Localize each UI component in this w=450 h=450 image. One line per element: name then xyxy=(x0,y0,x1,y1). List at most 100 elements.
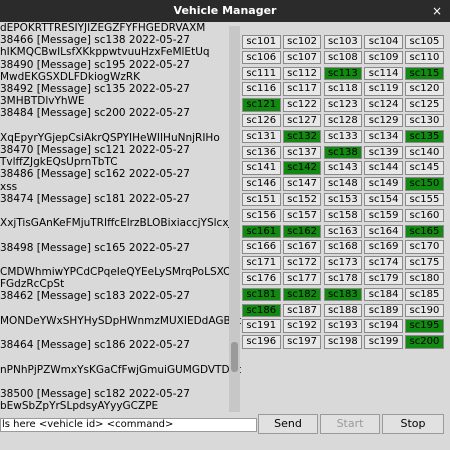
vehicle-cell-sc114[interactable]: sc114 xyxy=(364,66,403,81)
vehicle-cell-sc139[interactable]: sc139 xyxy=(364,145,403,160)
vehicle-cell-sc195[interactable]: sc195 xyxy=(405,319,444,333)
stop-button[interactable]: Stop xyxy=(382,414,444,434)
vehicle-cell-sc171[interactable]: sc171 xyxy=(242,256,281,270)
vehicle-cell-sc190[interactable]: sc190 xyxy=(405,303,444,318)
log-scrollbar-thumb[interactable] xyxy=(231,342,238,372)
vehicle-cell-sc124[interactable]: sc124 xyxy=(364,98,403,112)
vehicle-cell-sc156[interactable]: sc156 xyxy=(242,208,281,223)
vehicle-cell-sc163[interactable]: sc163 xyxy=(323,224,363,239)
vehicle-cell-sc153[interactable]: sc153 xyxy=(323,192,363,207)
vehicle-cell-sc111[interactable]: sc111 xyxy=(242,66,281,81)
vehicle-cell-sc115[interactable]: sc115 xyxy=(405,66,444,81)
vehicle-cell-sc193[interactable]: sc193 xyxy=(323,319,363,333)
vehicle-cell-sc164[interactable]: sc164 xyxy=(364,224,403,239)
vehicle-cell-sc199[interactable]: sc199 xyxy=(364,335,403,349)
vehicle-cell-sc174[interactable]: sc174 xyxy=(364,256,403,270)
vehicle-cell-sc143[interactable]: sc143 xyxy=(323,161,363,175)
vehicle-cell-sc172[interactable]: sc172 xyxy=(282,256,322,270)
vehicle-cell-sc131[interactable]: sc131 xyxy=(242,129,281,144)
vehicle-cell-sc149[interactable]: sc149 xyxy=(364,177,403,191)
vehicle-cell-sc182[interactable]: sc182 xyxy=(282,287,322,302)
vehicle-cell-sc200[interactable]: sc200 xyxy=(405,335,444,349)
vehicle-cell-sc133[interactable]: sc133 xyxy=(323,129,363,144)
vehicle-cell-sc142[interactable]: sc142 xyxy=(282,161,322,175)
vehicle-cell-sc103[interactable]: sc103 xyxy=(323,35,363,49)
message-log[interactable]: dEPOKRTTRESIYJIZEGZFYFHGEDRVAXM 38466 [Me… xyxy=(0,22,241,414)
vehicle-cell-sc138[interactable]: sc138 xyxy=(323,145,363,160)
vehicle-cell-sc188[interactable]: sc188 xyxy=(323,303,363,318)
vehicle-cell-sc167[interactable]: sc167 xyxy=(282,240,322,254)
vehicle-cell-sc187[interactable]: sc187 xyxy=(282,303,322,318)
vehicle-cell-sc117[interactable]: sc117 xyxy=(282,82,322,96)
vehicle-cell-sc108[interactable]: sc108 xyxy=(323,50,363,65)
vehicle-cell-sc169[interactable]: sc169 xyxy=(364,240,403,254)
vehicle-cell-sc113[interactable]: sc113 xyxy=(323,66,363,81)
vehicle-cell-sc126[interactable]: sc126 xyxy=(242,113,281,128)
vehicle-cell-sc151[interactable]: sc151 xyxy=(242,192,281,207)
vehicle-cell-sc102[interactable]: sc102 xyxy=(282,35,322,49)
vehicle-cell-sc132[interactable]: sc132 xyxy=(282,129,322,144)
vehicle-cell-sc104[interactable]: sc104 xyxy=(364,35,403,49)
vehicle-cell-sc176[interactable]: sc176 xyxy=(242,271,281,286)
vehicle-cell-sc178[interactable]: sc178 xyxy=(323,271,363,286)
vehicle-cell-sc191[interactable]: sc191 xyxy=(242,319,281,333)
vehicle-cell-sc194[interactable]: sc194 xyxy=(364,319,403,333)
vehicle-cell-sc180[interactable]: sc180 xyxy=(405,271,444,286)
vehicle-cell-sc161[interactable]: sc161 xyxy=(242,224,281,239)
vehicle-cell-sc154[interactable]: sc154 xyxy=(364,192,403,207)
vehicle-cell-sc120[interactable]: sc120 xyxy=(405,82,444,96)
vehicle-cell-sc127[interactable]: sc127 xyxy=(282,113,322,128)
vehicle-cell-sc144[interactable]: sc144 xyxy=(364,161,403,175)
start-button[interactable]: Start xyxy=(320,414,380,434)
vehicle-cell-sc141[interactable]: sc141 xyxy=(242,161,281,175)
vehicle-cell-sc173[interactable]: sc173 xyxy=(323,256,363,270)
vehicle-cell-sc128[interactable]: sc128 xyxy=(323,113,363,128)
vehicle-cell-sc119[interactable]: sc119 xyxy=(364,82,403,96)
vehicle-cell-sc101[interactable]: sc101 xyxy=(242,35,281,49)
vehicle-cell-sc177[interactable]: sc177 xyxy=(282,271,322,286)
close-icon[interactable]: × xyxy=(432,0,442,22)
vehicle-cell-sc186[interactable]: sc186 xyxy=(242,303,281,318)
vehicle-cell-sc145[interactable]: sc145 xyxy=(405,161,444,175)
vehicle-cell-sc184[interactable]: sc184 xyxy=(364,287,403,302)
vehicle-cell-sc159[interactable]: sc159 xyxy=(364,208,403,223)
vehicle-cell-sc196[interactable]: sc196 xyxy=(242,335,281,349)
vehicle-cell-sc137[interactable]: sc137 xyxy=(282,145,322,160)
vehicle-cell-sc125[interactable]: sc125 xyxy=(405,98,444,112)
vehicle-cell-sc136[interactable]: sc136 xyxy=(242,145,281,160)
vehicle-cell-sc197[interactable]: sc197 xyxy=(282,335,322,349)
vehicle-cell-sc183[interactable]: sc183 xyxy=(323,287,363,302)
vehicle-cell-sc140[interactable]: sc140 xyxy=(405,145,444,160)
vehicle-cell-sc162[interactable]: sc162 xyxy=(282,224,322,239)
vehicle-cell-sc157[interactable]: sc157 xyxy=(282,208,322,223)
vehicle-cell-sc118[interactable]: sc118 xyxy=(323,82,363,96)
vehicle-cell-sc179[interactable]: sc179 xyxy=(364,271,403,286)
vehicle-cell-sc146[interactable]: sc146 xyxy=(242,177,281,191)
vehicle-cell-sc189[interactable]: sc189 xyxy=(364,303,403,318)
vehicle-cell-sc150[interactable]: sc150 xyxy=(405,177,444,191)
vehicle-cell-sc148[interactable]: sc148 xyxy=(323,177,363,191)
vehicle-cell-sc123[interactable]: sc123 xyxy=(323,98,363,112)
vehicle-cell-sc185[interactable]: sc185 xyxy=(405,287,444,302)
vehicle-cell-sc198[interactable]: sc198 xyxy=(323,335,363,349)
vehicle-cell-sc109[interactable]: sc109 xyxy=(364,50,403,65)
vehicle-cell-sc181[interactable]: sc181 xyxy=(242,287,281,302)
vehicle-cell-sc130[interactable]: sc130 xyxy=(405,113,444,128)
vehicle-cell-sc166[interactable]: sc166 xyxy=(242,240,281,254)
vehicle-cell-sc105[interactable]: sc105 xyxy=(405,35,444,49)
vehicle-cell-sc135[interactable]: sc135 xyxy=(405,129,444,144)
vehicle-cell-sc134[interactable]: sc134 xyxy=(364,129,403,144)
command-input[interactable]: ls here <vehicle id> <command> xyxy=(0,418,257,432)
vehicle-cell-sc112[interactable]: sc112 xyxy=(282,66,322,81)
vehicle-cell-sc129[interactable]: sc129 xyxy=(364,113,403,128)
vehicle-cell-sc116[interactable]: sc116 xyxy=(242,82,281,96)
vehicle-cell-sc158[interactable]: sc158 xyxy=(323,208,363,223)
vehicle-cell-sc175[interactable]: sc175 xyxy=(405,256,444,270)
vehicle-cell-sc121[interactable]: sc121 xyxy=(242,98,281,112)
vehicle-cell-sc168[interactable]: sc168 xyxy=(323,240,363,254)
vehicle-cell-sc110[interactable]: sc110 xyxy=(405,50,444,65)
send-button[interactable]: Send xyxy=(258,414,318,434)
log-scrollbar[interactable] xyxy=(229,26,240,412)
vehicle-cell-sc170[interactable]: sc170 xyxy=(405,240,444,254)
vehicle-cell-sc160[interactable]: sc160 xyxy=(405,208,444,223)
